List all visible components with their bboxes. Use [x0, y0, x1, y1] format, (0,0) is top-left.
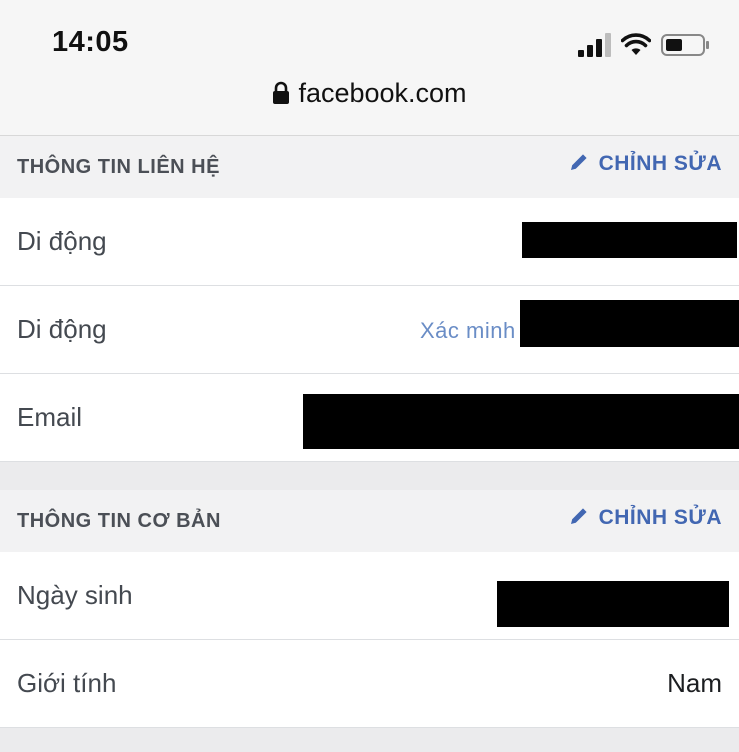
- pencil-icon: [570, 508, 587, 524]
- redacted-value: [303, 394, 739, 449]
- contact-row-mobile-2[interactable]: Di động Xác minh: [0, 286, 739, 374]
- row-label: Di động: [17, 314, 107, 344]
- redacted-value: [497, 581, 729, 627]
- address-bar[interactable]: facebook.com: [0, 78, 739, 109]
- battery-icon: [661, 34, 709, 56]
- redacted-value: [520, 300, 739, 347]
- system-icons: [577, 32, 711, 58]
- signal-icon: [578, 33, 611, 57]
- row-label: Ngày sinh: [17, 580, 133, 610]
- contact-row-mobile-1[interactable]: Di động: [0, 198, 739, 286]
- section-title: THÔNG TIN LIÊN HỆ: [17, 156, 220, 178]
- basic-info-header: THÔNG TIN CƠ BẢN CHỈNH SỬA: [0, 490, 739, 552]
- pencil-icon: [570, 154, 587, 170]
- lock-icon: [273, 81, 290, 104]
- browser-status-bar: 14:05 facebook.com: [0, 0, 739, 136]
- wifi-icon: [621, 33, 651, 55]
- row-label: Email: [17, 402, 83, 432]
- section-divider: [0, 462, 739, 490]
- redacted-value: [522, 222, 737, 258]
- section-divider: [0, 728, 739, 752]
- edit-label: CHỈNH SỬA: [598, 152, 722, 175]
- clock-time: 14:05: [52, 26, 129, 58]
- contact-info-header: THÔNG TIN LIÊN HỆ CHỈNH SỬA: [0, 136, 739, 198]
- row-label: Giới tính: [17, 668, 117, 698]
- verify-link[interactable]: Xác minh: [420, 318, 516, 344]
- edit-contact-button[interactable]: CHỈNH SỬA: [569, 152, 722, 176]
- row-label: Di động: [17, 226, 107, 256]
- row-value: Nam: [667, 668, 722, 698]
- edit-label: CHỈNH SỬA: [598, 506, 722, 529]
- section-title: THÔNG TIN CƠ BẢN: [17, 510, 221, 532]
- basic-row-gender[interactable]: Giới tính Nam: [0, 640, 739, 728]
- url-text: facebook.com: [298, 78, 467, 108]
- contact-row-email[interactable]: Email: [0, 374, 739, 462]
- edit-basic-button[interactable]: CHỈNH SỬA: [569, 506, 722, 530]
- basic-row-birthday[interactable]: Ngày sinh: [0, 552, 739, 640]
